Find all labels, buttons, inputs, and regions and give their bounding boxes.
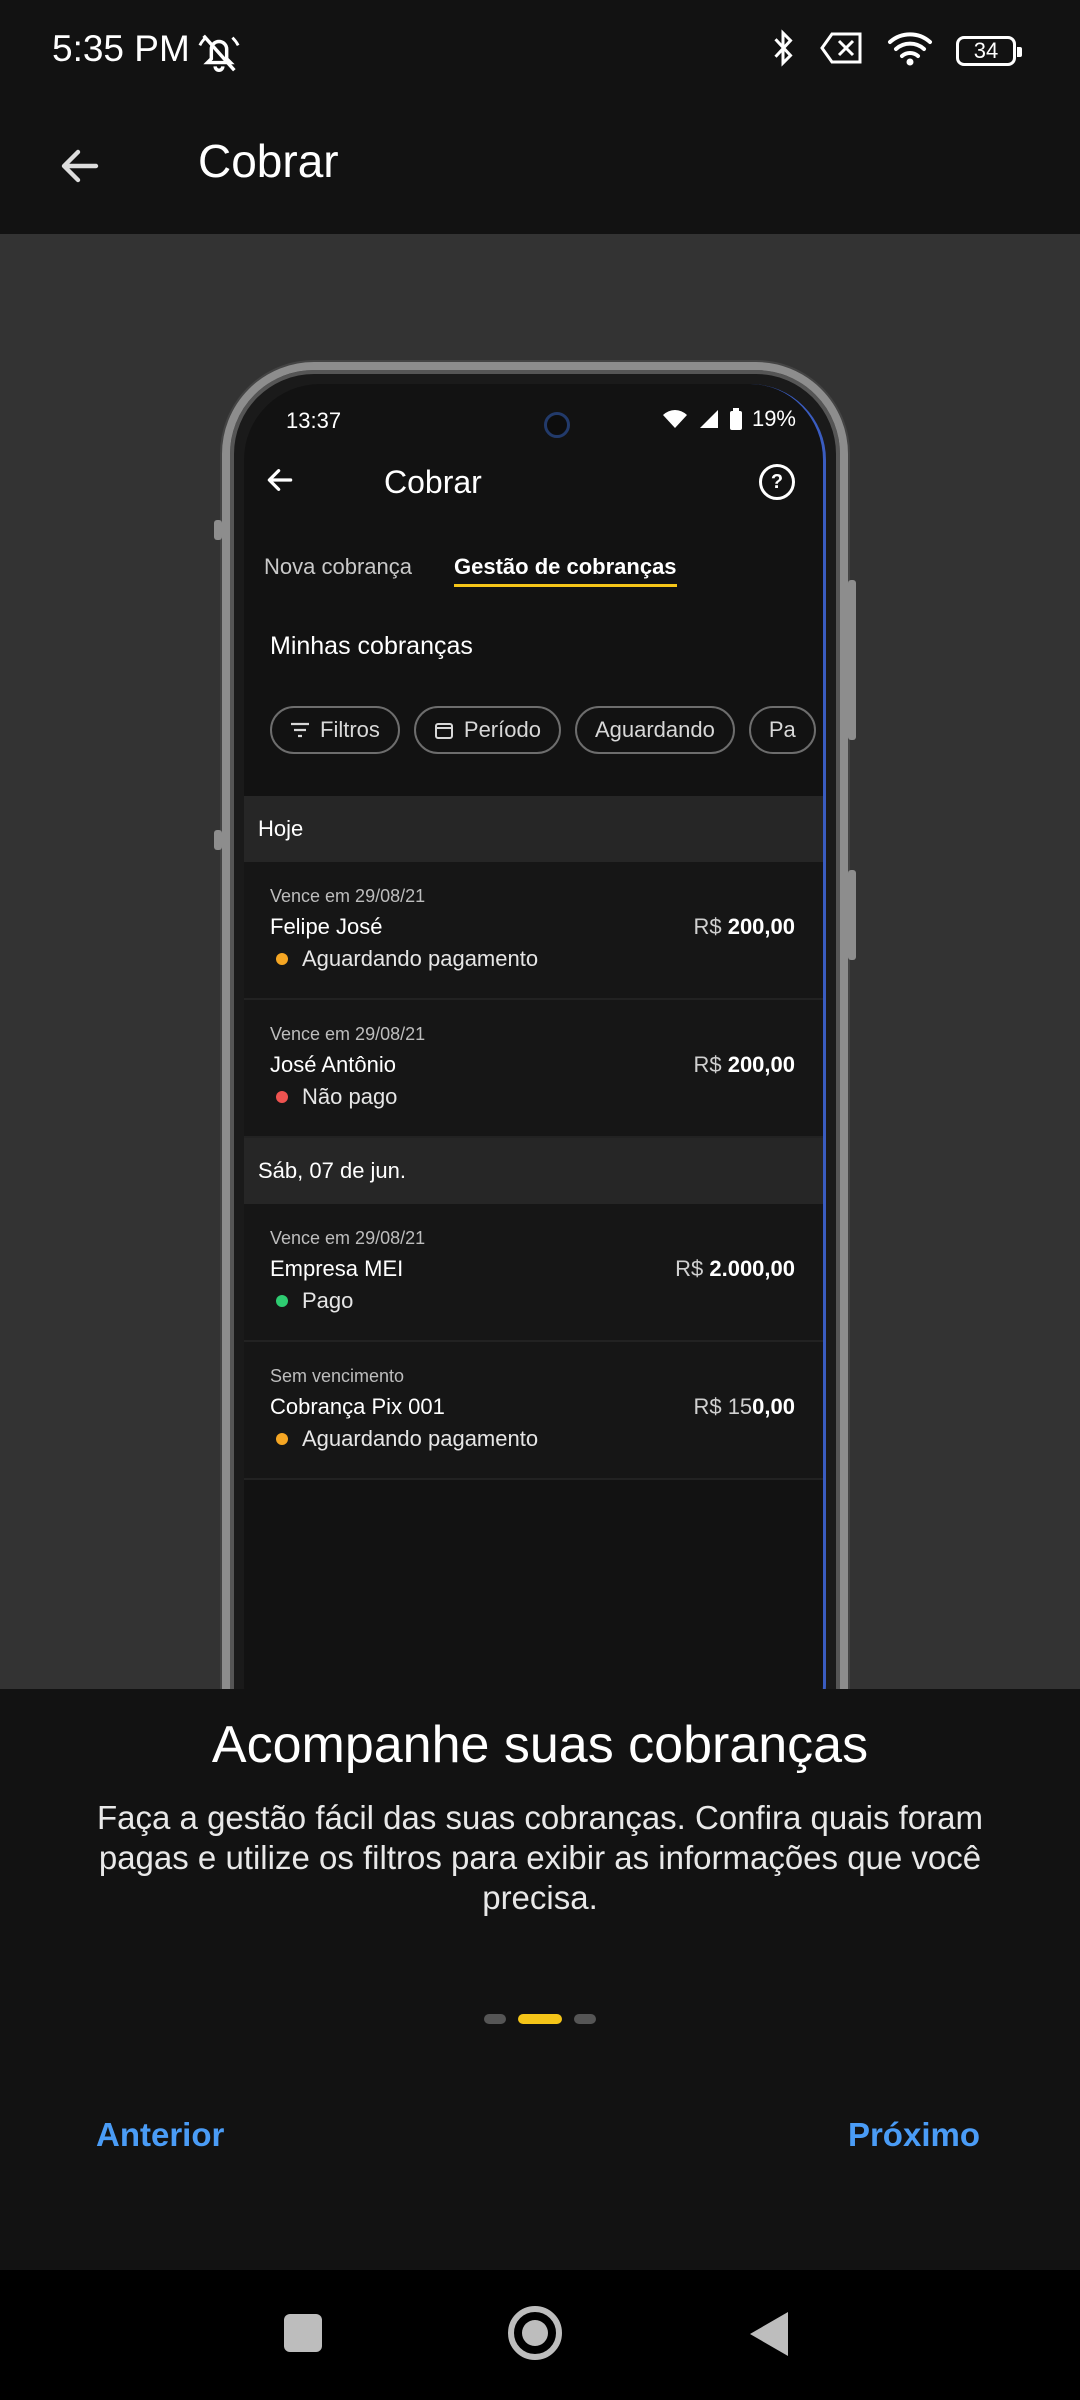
onboarding-illustration: 13:37 19% Cobrar ? Nova cobrança Gestão … xyxy=(0,234,1080,1689)
item-due-date: Sem vencimento xyxy=(270,1366,405,1386)
bluetooth-icon xyxy=(768,28,798,73)
preview-status-bar: 13:37 19% xyxy=(274,402,814,442)
previous-button[interactable]: Anterior xyxy=(96,2116,224,2154)
item-due-date: Vence em 29/08/21 xyxy=(270,1228,426,1248)
status-bar: 5:35 PM 34 xyxy=(0,0,1080,104)
item-status: Não pago xyxy=(270,1084,397,1110)
onboarding-description: Faça a gestão fácil das suas cobranças. … xyxy=(97,1799,983,1916)
preview-section-title: Minhas cobranças xyxy=(270,632,473,660)
preview-app-bar: Cobrar ? xyxy=(244,444,823,524)
battery-icon: 34 xyxy=(956,35,1022,66)
tab-gestao-cobrancas: Gestão de cobranças xyxy=(454,554,677,587)
item-name: Empresa MEI xyxy=(270,1256,404,1281)
status-dot xyxy=(276,953,288,965)
status-time: 5:35 PM xyxy=(52,28,190,69)
chip-periodo: Período xyxy=(413,706,561,754)
item-name: Felipe José xyxy=(270,914,383,939)
item-status: Aguardando pagamento xyxy=(270,946,538,972)
calendar-icon xyxy=(434,723,453,739)
phone-side-button xyxy=(214,520,222,540)
onboarding-headline: Acompanhe suas cobranças xyxy=(211,1716,869,1774)
recents-icon[interactable] xyxy=(284,2314,322,2352)
next-button[interactable]: Próximo xyxy=(848,2116,980,2154)
tab-nova-cobranca: Nova cobrança xyxy=(264,554,412,579)
list-item: Vence em 29/08/21 Felipe José R$ 200,00 … xyxy=(244,862,823,1000)
preview-tabs: Nova cobrança Gestão de cobranças xyxy=(244,554,823,604)
phone-side-button xyxy=(214,830,222,850)
page-dot xyxy=(574,2014,596,2024)
system-nav-bar xyxy=(0,2270,1080,2400)
item-amount: R$ 200,00 xyxy=(693,1052,795,1077)
back-triangle-icon[interactable] xyxy=(750,2312,788,2356)
item-name: José Antônio xyxy=(270,1052,396,1077)
filter-icon xyxy=(291,722,309,738)
item-due-date: Vence em 29/08/21 xyxy=(270,1024,426,1044)
preview-battery-percent: 19% xyxy=(751,406,796,431)
preview-title: Cobrar xyxy=(384,464,482,500)
page-dot xyxy=(484,2014,506,2024)
chip-aguardando: Aguardando xyxy=(574,706,735,754)
arrow-left-icon xyxy=(264,464,296,501)
back-button[interactable] xyxy=(40,126,120,206)
list-item: Vence em 29/08/21 Empresa MEI R$ 2.000,0… xyxy=(244,1204,823,1342)
help-icon: ? xyxy=(759,464,795,500)
item-status: Aguardando pagamento xyxy=(270,1426,538,1452)
phone-mockup: 13:37 19% Cobrar ? Nova cobrança Gestão … xyxy=(214,362,856,1689)
wifi-icon xyxy=(662,410,687,428)
chip-filtros: Filtros xyxy=(270,706,400,754)
preview-charges-list: Hoje Vence em 29/08/21 Felipe José R$ 20… xyxy=(244,796,823,1480)
page-title: Cobrar xyxy=(198,135,339,187)
preview-filter-chips: Filtros Período Aguardando Pa xyxy=(270,706,816,754)
status-dot xyxy=(276,1433,288,1445)
no-sim-icon xyxy=(820,30,864,71)
group-header: Sáb, 07 de jun. xyxy=(244,1138,823,1204)
list-item: Sem vencimento Cobrança Pix 001 R$ 150,0… xyxy=(244,1342,823,1480)
item-due-date: Vence em 29/08/21 xyxy=(270,886,426,906)
preview-status-time: 13:37 xyxy=(286,408,342,433)
item-status: Pago xyxy=(270,1288,353,1314)
mute-bell-icon xyxy=(196,30,242,81)
item-amount: R$ 2.000,00 xyxy=(675,1256,795,1281)
arrow-left-icon xyxy=(61,149,99,183)
page-indicator xyxy=(0,2014,1080,2024)
home-icon[interactable] xyxy=(508,2306,562,2360)
wifi-icon xyxy=(886,28,934,73)
status-dot xyxy=(276,1295,288,1307)
chip-pago: Pa xyxy=(748,706,816,754)
app-bar: Cobrar xyxy=(0,104,1080,234)
item-amount: R$ 200,00 xyxy=(693,914,795,939)
signal-icon xyxy=(699,410,718,428)
status-dot xyxy=(276,1091,288,1103)
item-amount: R$ 150,00 xyxy=(693,1394,795,1419)
item-name: Cobrança Pix 001 xyxy=(270,1394,445,1419)
battery-icon xyxy=(729,408,742,430)
page-dot-active xyxy=(518,2014,562,2024)
camera-icon xyxy=(544,412,570,438)
group-header: Hoje xyxy=(244,796,823,862)
phone-volume-button xyxy=(848,580,856,740)
phone-screen: 13:37 19% Cobrar ? Nova cobrança Gestão … xyxy=(244,384,826,1689)
phone-power-button xyxy=(848,870,856,960)
list-item: Vence em 29/08/21 José Antônio R$ 200,00… xyxy=(244,1000,823,1138)
